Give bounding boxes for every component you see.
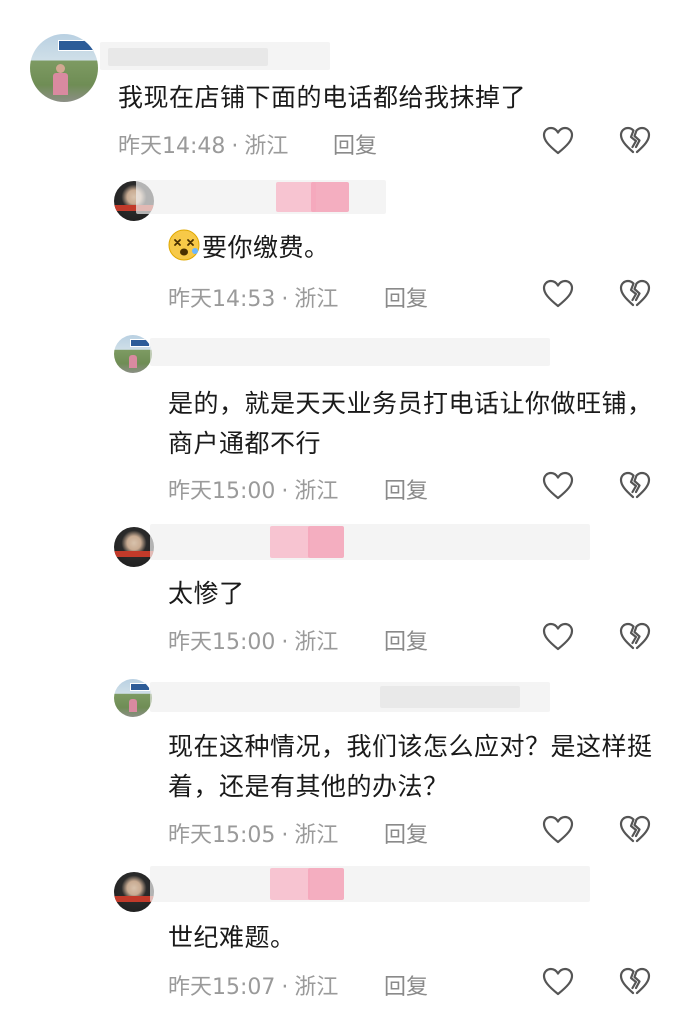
broken-heart-icon[interactable] — [619, 622, 651, 652]
comment-meta: 昨天15:00 · 浙江 — [168, 479, 339, 504]
comment-location: 浙江 — [244, 134, 289, 159]
comment-time: 昨天15:00 — [168, 479, 276, 504]
comment-meta: 昨天14:48 · 浙江 — [118, 134, 289, 159]
dizzy-face-emoji — [168, 229, 200, 261]
username-blurred[interactable] — [150, 862, 590, 908]
comment-text: 现在这种情况，我们该怎么应对？是这样挺着，还是有其他的办法？ — [168, 732, 653, 801]
comment-text: 太惨了 — [168, 579, 245, 608]
reply-button[interactable]: 回复 — [384, 817, 428, 849]
username-blurred[interactable] — [150, 332, 550, 372]
comment-time: 昨天14:53 — [168, 287, 276, 312]
username-blurred[interactable] — [100, 38, 330, 74]
heart-outline-icon[interactable] — [542, 622, 574, 652]
comment-meta: 昨天15:00 · 浙江 — [168, 630, 339, 655]
comment-time: 昨天15:07 — [168, 975, 276, 1000]
comment-time: 昨天15:05 — [168, 823, 276, 848]
heart-outline-icon[interactable] — [542, 279, 574, 309]
reply-button[interactable]: 回复 — [333, 128, 377, 160]
broken-heart-icon[interactable] — [619, 815, 651, 845]
comment-text: 是的，就是天天业务员打电话让你做旺铺，商户通都不行 — [168, 389, 653, 458]
avatar[interactable] — [114, 335, 152, 373]
username-blurred[interactable] — [150, 520, 590, 564]
heart-outline-icon[interactable] — [542, 471, 574, 501]
avatar[interactable] — [30, 34, 98, 102]
broken-heart-icon[interactable] — [619, 471, 651, 501]
comment-meta: 昨天14:53 · 浙江 — [168, 287, 339, 312]
comment-location: 浙江 — [294, 630, 339, 655]
comment-text: 世纪难题。 — [168, 923, 296, 952]
reply-button[interactable]: 回复 — [384, 473, 428, 505]
heart-outline-icon[interactable] — [542, 967, 574, 997]
comment-location: 浙江 — [294, 823, 339, 848]
comment-time: 昨天15:00 — [168, 630, 276, 655]
comment-text: 要你缴费。 — [168, 228, 648, 268]
broken-heart-icon[interactable] — [619, 279, 651, 309]
reply-button[interactable]: 回复 — [384, 281, 428, 313]
comment-text: 我现在店铺下面的电话都给我抹掉了 — [118, 83, 527, 112]
heart-outline-icon[interactable] — [542, 126, 574, 156]
comment-location: 浙江 — [294, 287, 339, 312]
comment-meta: 昨天15:05 · 浙江 — [168, 823, 339, 848]
comment-location: 浙江 — [294, 479, 339, 504]
avatar[interactable] — [114, 679, 152, 717]
avatar[interactable] — [114, 872, 154, 912]
username-blurred[interactable] — [150, 676, 550, 718]
broken-heart-icon[interactable] — [619, 126, 651, 156]
comment-time: 昨天14:48 — [118, 134, 226, 159]
comment-location: 浙江 — [294, 975, 339, 1000]
reply-button[interactable]: 回复 — [384, 624, 428, 656]
heart-outline-icon[interactable] — [542, 815, 574, 845]
avatar[interactable] — [114, 527, 154, 567]
broken-heart-icon[interactable] — [619, 967, 651, 997]
comment-meta: 昨天15:07 · 浙江 — [168, 975, 339, 1000]
reply-button[interactable]: 回复 — [384, 969, 428, 1001]
username-blurred[interactable] — [136, 176, 386, 218]
